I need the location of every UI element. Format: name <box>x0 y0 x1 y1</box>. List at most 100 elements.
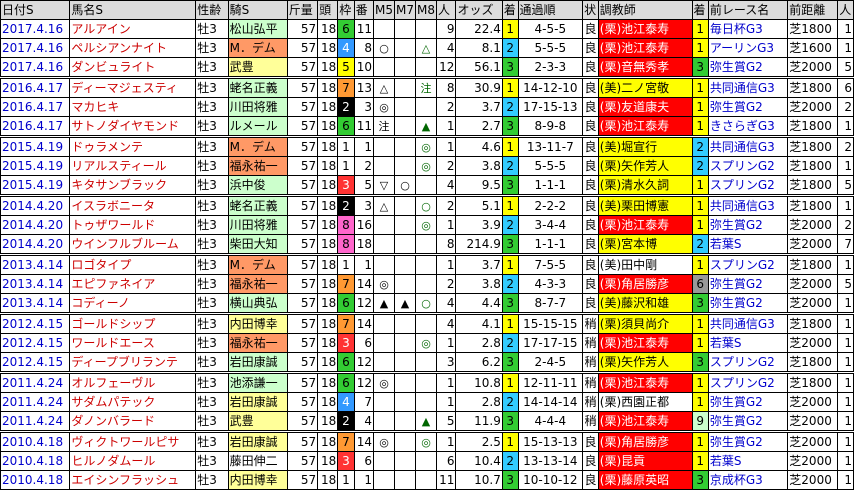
cell-prev-popularity: 5 <box>837 57 854 79</box>
cell-popularity: 4 <box>436 293 457 315</box>
cell-m7 <box>394 411 417 433</box>
cell-popularity: 4 <box>436 313 457 334</box>
table-row[interactable]: 2010.4.18 ヒルノダムール 牡3 藤田伸二 57 18 3 6 6 10.4 2 13-13-… <box>0 451 854 471</box>
cell-finish: 3 <box>501 234 519 256</box>
cell-track-condition: 稍 <box>582 411 599 433</box>
table-row[interactable]: 2012.4.15 ディープブリランテ 牡3 岩田康誠 57 18 6 12 3 6.2 3 2-4-… <box>0 352 854 374</box>
col-umaban[interactable]: 番 <box>353 0 375 20</box>
table-row[interactable]: 2015.4.19 リアルスティール 牡3 福永祐一 57 18 1 2 ◎ 2 3.8 2 5-5-5… <box>0 156 854 176</box>
cell-prev-distance: 芝2000 <box>787 411 839 433</box>
cell-finish: 1 <box>501 431 519 452</box>
cell-m8 <box>415 175 438 197</box>
col-m7[interactable]: M7 <box>394 0 417 20</box>
col-jockey[interactable]: 騎S <box>227 0 288 20</box>
table-row[interactable]: 2013.4.14 ロゴタイプ 牡3 M．デム 57 18 1 1 1 3.7 1 7-5-5 良 (美)… <box>0 254 854 275</box>
cell-umaban: 1 <box>353 254 375 275</box>
cell-trainer: (美)田中剛 <box>597 254 693 275</box>
cell-m5: ◎ <box>373 372 396 393</box>
cell-m8: ○ <box>415 293 438 315</box>
cell-prev-distance: 芝2000 <box>787 234 839 256</box>
col-trainer[interactable]: 調教師 <box>597 0 693 20</box>
table-row[interactable]: 2016.4.17 マカヒキ 牡3 川田将雅 57 18 2 3 ◎ 2 3.7 2 17-15-13 良… <box>0 97 854 117</box>
cell-prev-distance: 芝2000 <box>787 57 839 79</box>
cell-prev-popularity: 1 <box>837 470 854 490</box>
cell-passing-order: 1-1-1 <box>517 175 584 197</box>
col-finish[interactable]: 着 <box>501 0 519 20</box>
table-row[interactable]: 2011.4.24 ダノンバラード 牡3 武豊 57 18 2 4 ▲ 5 11.9 3 4-4-4 稍(… <box>0 411 854 433</box>
cell-waku: 8 <box>337 234 355 256</box>
cell-trainer: (栗)池江泰寿 <box>597 116 693 138</box>
cell-popularity: 12 <box>436 57 457 79</box>
cell-m7 <box>394 57 417 79</box>
table-row[interactable]: 2013.4.14 コディーノ 牡3 横山典弘 57 18 6 12 ▲ ▲ ○ 4 4.4 3 8-7-7… <box>0 293 854 315</box>
col-popularity[interactable]: 人 <box>436 0 457 20</box>
cell-field-size: 18 <box>317 274 339 294</box>
cell-finish: 2 <box>501 274 519 294</box>
table-row[interactable]: 2011.4.24 オルフェーヴル 牡3 池添謙一 57 18 6 12 ◎ 1 10.8 1 12-1… <box>0 372 854 393</box>
cell-m8 <box>415 372 438 393</box>
cell-waku: 2 <box>337 411 355 433</box>
cell-trainer: (栗)西園正都 <box>597 392 693 412</box>
col-horse[interactable]: 馬名S <box>69 0 197 20</box>
cell-jockey: 川田将雅 <box>227 97 288 117</box>
col-waku[interactable]: 枠 <box>337 0 355 20</box>
cell-sex-age: 牡3 <box>195 333 229 353</box>
table-row[interactable]: 2015.4.19 ドゥラメンテ 牡3 M．デム 57 18 1 1 ◎ 1 4.6 1 13-11-7… <box>0 136 854 157</box>
col-prev-finish[interactable]: 着 <box>691 0 709 20</box>
col-prev-distance[interactable]: 前距離 <box>787 0 839 20</box>
col-m5[interactable]: M5 <box>373 0 396 20</box>
cell-field-size: 18 <box>317 431 339 452</box>
col-prev-race[interactable]: 前レース名 <box>707 0 789 20</box>
col-prev-popularity[interactable]: 人 <box>837 0 854 20</box>
cell-passing-order: 5-5-5 <box>517 38 584 58</box>
table-row[interactable]: 2010.4.18 エイシンフラッシュ 牡3 内田博幸 57 18 1 1 11 10.7 3 10-… <box>0 470 854 490</box>
table-row[interactable]: 2014.4.20 トゥザワールド 牡3 川田将雅 57 18 8 16 ◎ 1 3.9 2 3-4-4… <box>0 215 854 235</box>
cell-popularity: 3 <box>436 352 457 374</box>
cell-umaban: 11 <box>353 19 375 39</box>
table-row[interactable]: 2016.4.17 サトノダイヤモンド 牡3 ルメール 57 18 6 11 注 ▲ 1 2.7 3 8-… <box>0 116 854 138</box>
cell-kinryo: 57 <box>286 97 319 117</box>
cell-m7 <box>394 313 417 334</box>
cell-prev-race: 共同通信G3 <box>707 77 789 98</box>
col-passing-order[interactable]: 通過順 <box>517 0 584 20</box>
table-row[interactable]: 2014.4.20 ウインフルブルーム 牡3 柴田大知 57 18 8 18 8 214.9 3 1-… <box>0 234 854 256</box>
table-row[interactable]: 2012.4.15 ゴールドシップ 牡3 内田博幸 57 18 7 14 4 4.1 1 15-15-… <box>0 313 854 334</box>
table-row[interactable]: 2013.4.14 エピファネイア 牡3 福永祐一 57 18 7 14 ◎ 2 3.8 2 4-3-3… <box>0 274 854 294</box>
table-row[interactable]: 2010.4.18 ヴィクトワールピサ 牡3 岩田康誠 57 18 7 14 ◎ ◎ 1 2.5 1 15… <box>0 431 854 452</box>
table-row[interactable]: 2016.4.17 ディーマジェスティ 牡3 蛯名正義 57 18 7 13 △ 注 8 30.9 1 1… <box>0 77 854 98</box>
table-row[interactable]: 2015.4.19 キタサンブラック 牡3 浜中俊 57 18 3 5 ▽ ○ 4 9.5 3 1-1-1… <box>0 175 854 197</box>
col-track-condition[interactable]: 状 <box>582 0 599 20</box>
col-date[interactable]: 日付S <box>0 0 71 20</box>
cell-passing-order: 4-5-5 <box>517 19 584 39</box>
cell-m7 <box>394 392 417 412</box>
col-m8[interactable]: M8 <box>415 0 438 20</box>
cell-passing-order: 17-17-15 <box>517 333 584 353</box>
table-row[interactable]: 2011.4.24 サダムパテック 牡3 岩田康誠 57 18 4 7 1 2.8 2 14-14-1… <box>0 392 854 412</box>
cell-m8 <box>415 57 438 79</box>
cell-prev-popularity: 5 <box>837 274 854 294</box>
cell-date: 2010.4.18 <box>0 451 71 471</box>
cell-prev-race: 弥生賞G2 <box>707 411 789 433</box>
cell-passing-order: 7-5-5 <box>517 254 584 275</box>
table-row[interactable]: 2012.4.15 ワールドエース 牡3 福永祐一 57 18 3 6 ◎ 1 2.8 2 17-17-… <box>0 333 854 353</box>
col-kinryo[interactable]: 斤量 <box>286 0 319 20</box>
cell-m5: ▽ <box>373 175 396 197</box>
table-row[interactable]: 2017.4.16 ダンビュライト 牡3 武豊 57 18 5 10 12 56.1 3 2-3-3 良… <box>0 57 854 79</box>
col-field-size[interactable]: 頭 <box>317 0 339 20</box>
table-row[interactable]: 2014.4.20 イスラボニータ 牡3 蛯名正義 57 18 2 3 △ ○ 2 5.1 1 2-2-2… <box>0 195 854 216</box>
cell-sex-age: 牡3 <box>195 57 229 79</box>
cell-sex-age: 牡3 <box>195 97 229 117</box>
cell-horse: キタサンブラック <box>69 175 197 197</box>
cell-m5 <box>373 57 396 79</box>
cell-prev-distance: 芝2000 <box>787 470 839 490</box>
cell-horse: リアルスティール <box>69 156 197 176</box>
table-row[interactable]: 2017.4.16 アルアイン 牡3 松山弘平 57 18 6 11 9 22.4 1 4-5-5 良(… <box>0 19 854 39</box>
col-sex-age[interactable]: 性齢 <box>195 0 229 20</box>
col-odds[interactable]: オッズ <box>455 0 503 20</box>
cell-prev-race: 若葉S <box>707 234 789 256</box>
cell-track-condition: 良 <box>582 254 599 275</box>
cell-date: 2013.4.14 <box>0 274 71 294</box>
table-row[interactable]: 2017.4.16 ペルシアンナイト 牡3 M．デム 57 18 4 8 ○ △ 4 8.1 2 5-5-… <box>0 38 854 58</box>
cell-track-condition: 良 <box>582 234 599 256</box>
cell-prev-popularity: 5 <box>837 175 854 197</box>
